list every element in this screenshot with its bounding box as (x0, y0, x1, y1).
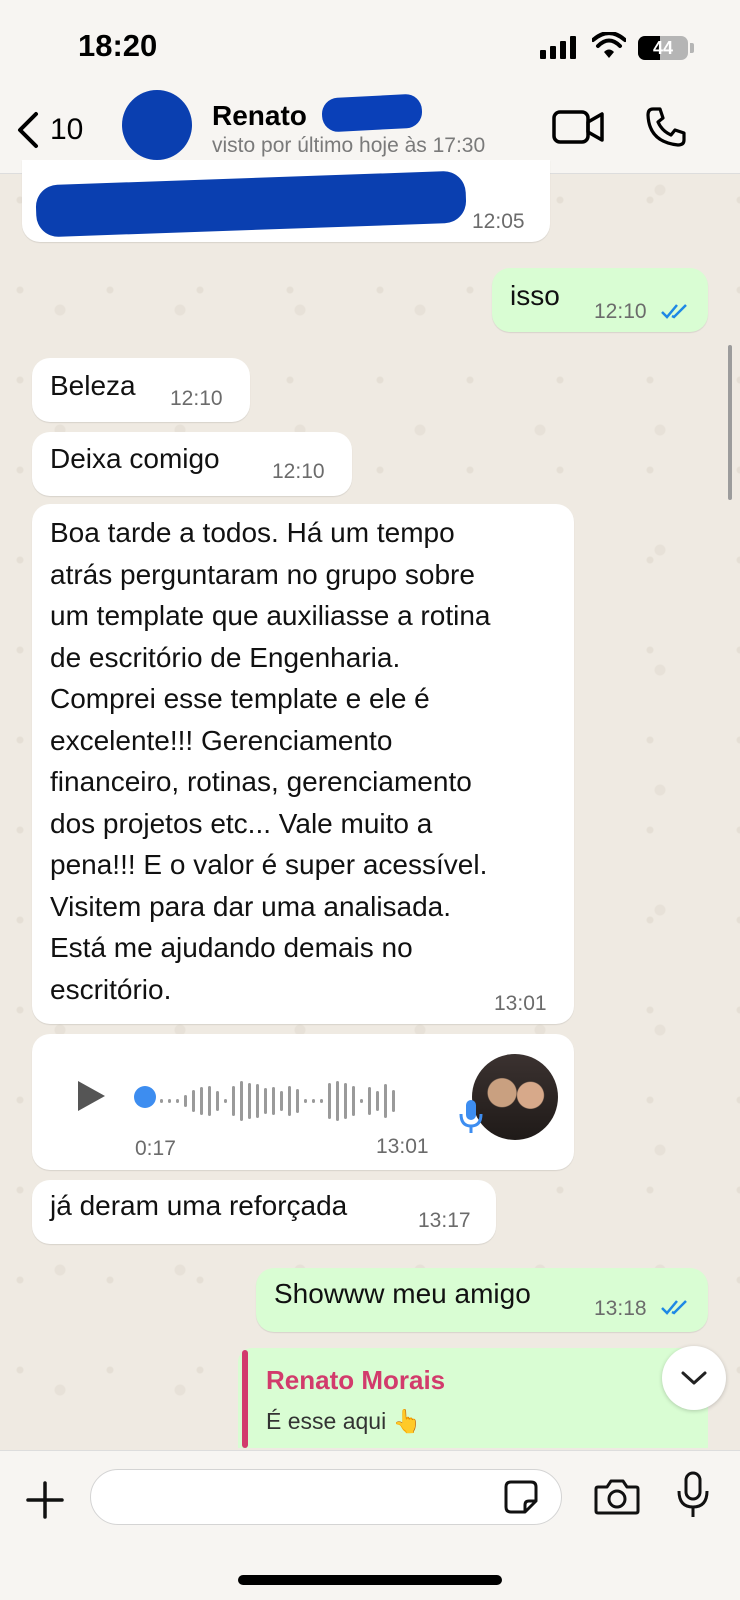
mic-icon[interactable] (676, 1471, 710, 1519)
waveform-bar (176, 1099, 179, 1103)
composer-bar (0, 1450, 740, 1600)
contact-name[interactable]: Renato (212, 100, 307, 132)
message-time: 13:01 (494, 992, 547, 1015)
playback-scrubber[interactable] (134, 1086, 156, 1108)
sticker-icon[interactable] (503, 1479, 539, 1515)
waveform-bar (344, 1083, 347, 1119)
status-time: 18:20 (78, 28, 158, 63)
message-time: 13:18 (594, 1297, 647, 1320)
waveform-bar (304, 1099, 307, 1103)
message-time: 12:10 (272, 460, 325, 483)
waveform-bar (392, 1090, 395, 1112)
message-text: isso (510, 280, 560, 311)
double-check-icon (661, 304, 687, 319)
waveform-bar (336, 1081, 339, 1121)
waveform-bar (192, 1090, 195, 1112)
waveform-bar (208, 1086, 211, 1116)
quoted-sender: Renato Morais (266, 1365, 446, 1395)
waveform-bar (280, 1091, 283, 1111)
waveform-bar (184, 1095, 187, 1107)
message-text: já deram uma reforçada (50, 1190, 348, 1221)
waveform-bar (352, 1086, 355, 1116)
last-seen-status: visto por último hoje às 17:30 (212, 134, 486, 157)
double-check-icon (661, 1300, 687, 1315)
unread-count: 10 (50, 113, 84, 146)
play-icon[interactable] (74, 1078, 108, 1114)
back-chevron-icon (18, 112, 38, 148)
camera-icon[interactable] (594, 1477, 640, 1517)
waveform-bar (224, 1099, 227, 1103)
chevron-down-icon (681, 1371, 707, 1385)
message-line: Comprei esse template e ele é (50, 683, 430, 714)
waveform-bar (168, 1099, 171, 1103)
mic-icon (459, 1100, 483, 1133)
message-text: Beleza (50, 370, 136, 401)
battery-level: 44 (652, 38, 674, 58)
wifi-icon (592, 32, 626, 58)
redaction-mark (321, 93, 423, 133)
message-long-text: Boa tarde a todos. Há um tempo atrás per… (50, 512, 490, 1010)
message-input[interactable] (90, 1469, 562, 1525)
plus-icon[interactable] (26, 1481, 64, 1519)
message-time: 13:17 (418, 1209, 471, 1232)
message-line: excelente!!! Gerenciamento (50, 724, 393, 756)
back-button[interactable]: 10 (16, 110, 83, 150)
voice-waveform[interactable] (160, 1076, 395, 1126)
waveform-bar (200, 1087, 203, 1115)
video-call-icon[interactable] (552, 108, 604, 146)
message-line: dos projetos etc... Vale muito a (50, 807, 433, 839)
quoted-text: É esse aqui 👆 (266, 1408, 422, 1434)
waveform-bar (320, 1099, 323, 1103)
message-text: Deixa comigo (50, 443, 220, 474)
message-line: Está me ajudando demais no (50, 932, 413, 963)
voice-sender-avatar (472, 1054, 558, 1140)
waveform-bar (240, 1081, 243, 1121)
message-time: 12:10 (170, 387, 223, 410)
message-line: de escritório de Engenharia. (50, 641, 401, 673)
voice-duration: 0:17 (135, 1137, 176, 1160)
message-line: pena!!! E o valor é super acessível. (50, 849, 488, 880)
message-time: 12:05 (472, 210, 525, 233)
waveform-bar (256, 1084, 259, 1118)
waveform-bar (376, 1091, 379, 1111)
message-line: escritório. (50, 973, 172, 1005)
message-line: um template que auxiliasse a rotina (50, 600, 491, 631)
message-time: 12:10 (594, 300, 647, 323)
waveform-bar (384, 1084, 387, 1118)
contact-avatar[interactable] (122, 90, 192, 160)
message-time: 13:01 (376, 1135, 429, 1158)
waveform-bar (312, 1099, 315, 1103)
battery-icon: 44 (638, 36, 688, 60)
message-line: Visitem para dar uma analisada. (50, 890, 452, 922)
waveform-bar (272, 1087, 275, 1115)
waveform-bar (288, 1086, 291, 1116)
waveform-bar (248, 1083, 251, 1119)
waveform-bar (216, 1091, 219, 1111)
message-line: atrás perguntaram no grupo sobre (50, 558, 475, 590)
waveform-bar (160, 1099, 163, 1103)
waveform-bar (328, 1083, 331, 1119)
scroll-down-button[interactable] (662, 1346, 726, 1410)
waveform-bar (264, 1088, 267, 1114)
phone-icon[interactable] (645, 106, 687, 148)
message-text: Showww meu amigo (274, 1278, 531, 1309)
message-line: Boa tarde a todos. Há um tempo (50, 517, 455, 548)
scrollbar[interactable] (728, 345, 732, 500)
battery-tip (690, 43, 694, 53)
quote-accent-bar (242, 1350, 248, 1448)
status-bar: 18:20 44 (0, 0, 740, 90)
waveform-bar (368, 1087, 371, 1115)
home-indicator (238, 1575, 502, 1585)
waveform-bar (360, 1099, 363, 1103)
signal-icon (540, 36, 576, 59)
waveform-bar (296, 1089, 299, 1113)
message-line: financeiro, rotinas, gerenciamento (50, 766, 472, 797)
waveform-bar (232, 1086, 235, 1116)
